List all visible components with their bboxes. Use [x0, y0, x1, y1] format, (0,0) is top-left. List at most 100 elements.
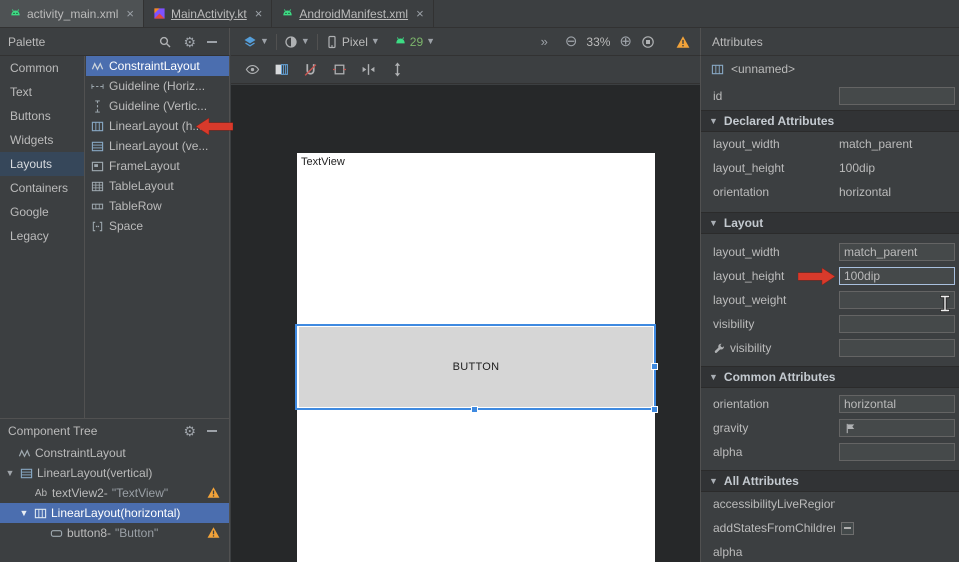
api-level-dropdown[interactable]: 29 ▼: [394, 35, 435, 49]
alpha-input[interactable]: [839, 443, 955, 461]
component-tablerow[interactable]: TableRow: [86, 196, 229, 216]
attr-label: layout_width: [713, 245, 835, 259]
layout-width-input[interactable]: match_parent: [839, 243, 955, 261]
hide-panel-icon[interactable]: [207, 41, 217, 43]
constraintlayout-icon: [91, 60, 104, 73]
gear-icon[interactable]: ⚙: [183, 424, 196, 438]
section-common-attributes[interactable]: ▼ Common Attributes: [701, 366, 959, 388]
tree-node-constraintlayout[interactable]: ConstraintLayout: [0, 443, 229, 463]
resize-handle-bottom-right[interactable]: [651, 406, 658, 413]
zoom-out-icon[interactable]: ⊖: [565, 34, 578, 49]
visibility-input[interactable]: [839, 315, 955, 333]
design-surface[interactable]: TextView BUTTON: [231, 85, 700, 562]
layout-height-input[interactable]: 100dip: [839, 267, 955, 285]
attr-row-visibility: visibility: [701, 312, 959, 336]
kotlin-file-icon: [153, 7, 166, 20]
component-guideline-horizontal[interactable]: Guideline (Horiz...: [86, 76, 229, 96]
component-guideline-vertical[interactable]: Guideline (Vertic...: [86, 96, 229, 116]
close-icon[interactable]: ×: [126, 6, 134, 21]
device-dropdown[interactable]: Pixel ▼: [325, 35, 380, 49]
toolbar-overflow-chevron[interactable]: »: [541, 34, 548, 49]
canvas-button[interactable]: BUTTON: [299, 327, 653, 407]
attr-row-layout-width: layout_width match_parent: [701, 132, 959, 156]
expand-vertical-icon[interactable]: [390, 62, 405, 77]
section-title: Layout: [724, 216, 763, 230]
canvas-textview[interactable]: TextView: [301, 156, 345, 168]
autoconnect-off-magnet-icon[interactable]: [303, 62, 318, 77]
pack-align-icon[interactable]: [361, 62, 376, 77]
section-layout[interactable]: ▼ Layout: [701, 212, 959, 234]
tree-node-textview2[interactable]: Ab textView2- "TextView": [0, 483, 229, 503]
tab-activity-main-xml[interactable]: activity_main.xml ×: [0, 0, 144, 27]
attr-value[interactable]: horizontal: [839, 185, 891, 199]
category-widgets[interactable]: Widgets: [0, 128, 84, 152]
design-mode-dropdown[interactable]: ▼: [243, 35, 269, 49]
search-icon[interactable]: [158, 35, 172, 49]
select-design-surface-icon[interactable]: [274, 62, 289, 77]
section-declared-attributes[interactable]: ▼ Declared Attributes: [701, 110, 959, 132]
id-input[interactable]: [839, 87, 955, 105]
attr-row-layout-weight: layout_weight: [701, 288, 959, 312]
component-label: Space: [109, 219, 143, 233]
tree-node-linearlayout-horizontal[interactable]: ▼ LinearLayout(horizontal): [0, 503, 229, 523]
component-label: ConstraintLayout: [109, 59, 200, 73]
category-containers[interactable]: Containers: [0, 176, 84, 200]
gear-icon[interactable]: ⚙: [183, 35, 196, 49]
expand-caret-icon[interactable]: ▼: [4, 468, 16, 478]
component-constraintlayout[interactable]: ConstraintLayout: [86, 56, 229, 76]
warning-icon[interactable]: [207, 486, 220, 499]
component-framelayout[interactable]: FrameLayout: [86, 156, 229, 176]
orientation-dropdown[interactable]: ▼: [284, 35, 310, 49]
attr-label: orientation: [713, 397, 835, 411]
component-tablelayout[interactable]: TableLayout: [86, 176, 229, 196]
guideline-vertical-icon: [91, 100, 104, 113]
default-margins-icon[interactable]: [332, 62, 347, 77]
resize-handle-right-middle[interactable]: [651, 363, 658, 370]
orientation-input[interactable]: horizontal: [839, 395, 955, 413]
separator: [276, 34, 277, 50]
addstatesfromchildren-checkbox[interactable]: [841, 522, 854, 535]
render-warning-icon[interactable]: [676, 35, 690, 49]
guideline-horizontal-icon: [91, 80, 104, 93]
component-linearlayout-vertical[interactable]: LinearLayout (ve...: [86, 136, 229, 156]
layout-weight-input[interactable]: [839, 291, 955, 309]
constraintlayout-icon: [18, 447, 31, 460]
category-buttons[interactable]: Buttons: [0, 104, 84, 128]
attr-label: orientation: [713, 185, 835, 199]
warning-icon[interactable]: [207, 526, 220, 539]
tab-mainactivity-kt[interactable]: MainActivity.kt ×: [144, 0, 272, 27]
category-text[interactable]: Text: [0, 80, 84, 104]
close-icon[interactable]: ×: [255, 6, 263, 21]
tree-node-linearlayout-vertical[interactable]: ▼ LinearLayout(vertical): [0, 463, 229, 483]
design-surface-toolbar: [231, 56, 700, 84]
category-legacy[interactable]: Legacy: [0, 224, 84, 248]
zoom-in-icon[interactable]: ⊕: [619, 34, 632, 49]
tree-node-button8[interactable]: button8- "Button": [0, 523, 229, 543]
api-level-label: 29: [410, 35, 423, 49]
close-icon[interactable]: ×: [416, 6, 424, 21]
hide-panel-icon[interactable]: [207, 430, 217, 432]
component-space[interactable]: Space: [86, 216, 229, 236]
tab-androidmanifest-xml[interactable]: AndroidManifest.xml ×: [272, 0, 433, 27]
attributes-panel: <unnamed> id ▼ Declared Attributes layou…: [700, 56, 959, 562]
gravity-input[interactable]: [839, 419, 955, 437]
tools-visibility-input[interactable]: [839, 339, 955, 357]
attr-value[interactable]: 100dip: [839, 161, 875, 175]
resize-handle-bottom-center[interactable]: [471, 406, 478, 413]
attr-value[interactable]: match_parent: [839, 137, 912, 151]
android-file-icon: [281, 7, 294, 20]
attr-label: addStatesFromChildren: [713, 521, 835, 535]
view-options-eye-icon[interactable]: [245, 62, 260, 77]
expand-caret-icon[interactable]: ▼: [18, 508, 30, 518]
attr-row-addstatesfromchildren: addStatesFromChildren: [701, 516, 959, 540]
palette-category-list: Common Text Buttons Widgets Layouts Cont…: [0, 56, 85, 418]
device-canvas[interactable]: TextView BUTTON: [297, 153, 655, 562]
tree-node-label: LinearLayout(vertical): [37, 466, 152, 480]
category-layouts[interactable]: Layouts: [0, 152, 84, 176]
zoom-level[interactable]: 33%: [586, 35, 610, 49]
category-google[interactable]: Google: [0, 200, 84, 224]
device-label: Pixel: [342, 35, 368, 49]
section-all-attributes[interactable]: ▼ All Attributes: [701, 470, 959, 492]
category-common[interactable]: Common: [0, 56, 84, 80]
zoom-to-fit-icon[interactable]: [641, 35, 655, 49]
